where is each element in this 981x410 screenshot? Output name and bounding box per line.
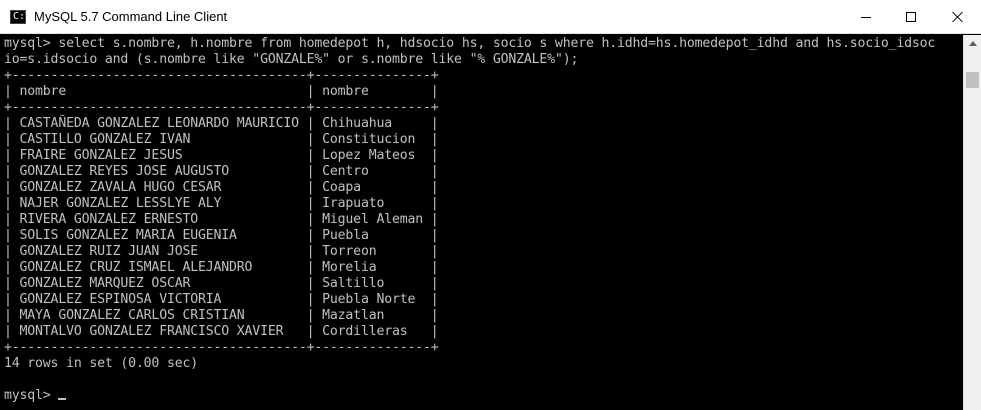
vertical-scrollbar[interactable] (963, 35, 981, 410)
query-line: mysql> select s.nombre, h.nombre from ho… (4, 36, 936, 51)
table-border: +--------------------------------------+… (4, 340, 439, 355)
table-row: | GONZALEZ RUIZ JUAN JOSE | Torreon | (4, 244, 439, 259)
scroll-up-arrow-icon (968, 41, 977, 46)
table-row: | CASTILLO GONZALEZ IVAN | Constitucion … (4, 132, 439, 147)
window-title: MySQL 5.7 Command Line Client (34, 9, 228, 24)
table-border: +--------------------------------------+… (4, 100, 439, 115)
text-cursor (58, 398, 67, 400)
minimize-button[interactable] (843, 0, 889, 34)
console-icon-glyph: C:\ (13, 11, 32, 22)
table-row: | GONZALEZ ESPINOSA VICTORIA | Puebla No… (4, 292, 439, 307)
table-row: | GONZALEZ REYES JOSE AUGUSTO | Centro | (4, 164, 439, 179)
table-row: | MAYA GONZALEZ CARLOS CRISTIAN | Mazatl… (4, 308, 439, 323)
scroll-up-button[interactable] (964, 35, 981, 52)
table-row: | MONTALVO GONZALEZ FRANCISCO XAVIER | C… (4, 324, 439, 339)
query-line: io=s.idsocio and (s.nombre like "GONZALE… (4, 52, 579, 67)
scroll-thumb[interactable] (966, 72, 979, 88)
table-row: | NAJER GONZALEZ LESSLYE ALY | Irapuato … (4, 196, 439, 211)
close-button[interactable] (935, 0, 981, 34)
table-header: | nombre | nombre | (4, 84, 439, 99)
console-text: mysql> select s.nombre, h.nombre from ho… (0, 35, 963, 404)
console-output[interactable]: mysql> select s.nombre, h.nombre from ho… (0, 35, 963, 410)
table-row: | FRAIRE GONZALEZ JESUS | Lopez Mateos | (4, 148, 439, 163)
minimize-icon (861, 16, 871, 18)
title-bar[interactable]: C:\ MySQL 5.7 Command Line Client (0, 0, 981, 34)
maximize-icon (906, 12, 916, 22)
table-row: | SOLIS GONZALEZ MARIA EUGENIA | Puebla … (4, 228, 439, 243)
mysql-console-window: C:\ MySQL 5.7 Command Line Client mysql>… (0, 0, 981, 410)
table-row: | GONZALEZ CRUZ ISMAEL ALEJANDRO | Morel… (4, 260, 439, 275)
table-row: | RIVERA GONZALEZ ERNESTO | Miguel Alema… (4, 212, 439, 227)
maximize-button[interactable] (888, 0, 934, 34)
result-summary: 14 rows in set (0.00 sec) (4, 356, 198, 371)
prompt-line[interactable]: mysql> (4, 388, 67, 403)
table-row: | GONZALEZ MARQUEZ OSCAR | Saltillo | (4, 276, 439, 291)
table-row: | GONZALEZ ZAVALA HUGO CESAR | Coapa | (4, 180, 439, 195)
table-row: | CASTAÑEDA GONZALEZ LEONARDO MAURICIO |… (4, 116, 439, 131)
console-icon[interactable]: C:\ (10, 10, 31, 24)
close-icon (952, 11, 964, 23)
table-border: +--------------------------------------+… (4, 68, 439, 83)
